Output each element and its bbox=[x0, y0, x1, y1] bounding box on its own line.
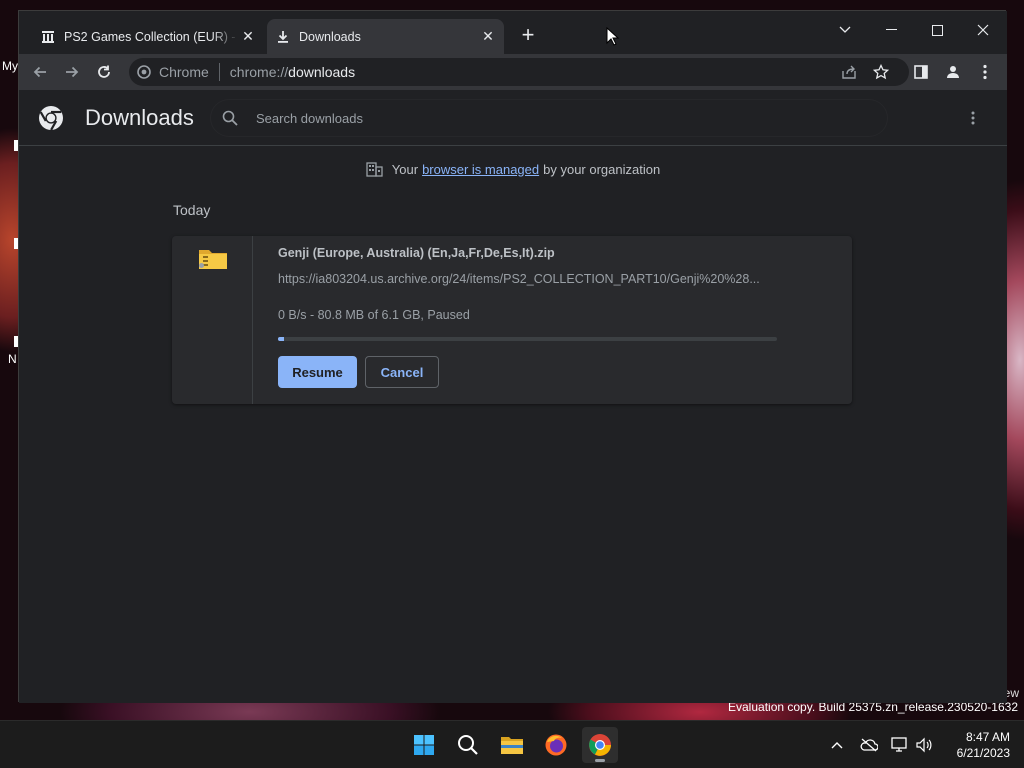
mouse-cursor-icon bbox=[606, 26, 620, 47]
browser-toolbar: Chrome chrome://downloads bbox=[19, 54, 1007, 90]
taskbar: 8:47 AM 6/21/2023 bbox=[0, 720, 1024, 768]
tab-downloads[interactable]: Downloads ✕ bbox=[267, 19, 504, 54]
search-icon bbox=[222, 108, 242, 128]
download-progress-fill bbox=[278, 337, 285, 341]
building-icon bbox=[366, 160, 384, 178]
page-title: Downloads bbox=[85, 105, 194, 130]
downloads-header: Downloads bbox=[19, 90, 1007, 146]
date-section-heading: Today bbox=[173, 202, 211, 218]
browser-menu-icon[interactable] bbox=[972, 59, 998, 85]
desktop-icon-label-my: My bbox=[2, 59, 18, 73]
cancel-button[interactable]: Cancel bbox=[365, 356, 439, 388]
download-status: 0 B/s - 80.8 MB of 6.1 GB, Paused bbox=[278, 308, 470, 322]
url-text: chrome://downloads bbox=[230, 64, 355, 80]
resume-button[interactable]: Resume bbox=[278, 356, 357, 388]
tab-title: Downloads bbox=[299, 29, 361, 44]
tab-search-chevron-icon[interactable] bbox=[822, 15, 868, 45]
firefox-icon[interactable] bbox=[538, 727, 574, 763]
bookmark-star-icon[interactable] bbox=[868, 59, 894, 85]
tab-ps2-collection[interactable]: PS2 Games Collection (EUR) - Pa ✕ bbox=[32, 19, 264, 54]
search-icon[interactable] bbox=[450, 727, 486, 763]
tab-title: PS2 Games Collection (EUR) - Pa bbox=[64, 29, 238, 44]
tab-strip: PS2 Games Collection (EUR) - Pa ✕ Downlo… bbox=[19, 11, 1007, 54]
minimize-icon[interactable] bbox=[868, 15, 914, 45]
clock-date: 6/21/2023 bbox=[956, 746, 1010, 760]
share-icon[interactable] bbox=[836, 59, 862, 85]
show-hidden-icons-chevron-icon[interactable] bbox=[827, 735, 847, 755]
archive-building-icon bbox=[40, 29, 56, 45]
managed-notice: Your browser is managed by your organiza… bbox=[19, 160, 1007, 178]
network-icon[interactable] bbox=[890, 735, 910, 755]
start-icon[interactable] bbox=[406, 727, 442, 763]
downloads-page: Downloads Your browser is managed by you… bbox=[19, 90, 1007, 703]
omnibox-divider bbox=[218, 63, 220, 81]
maximize-icon[interactable] bbox=[914, 15, 960, 45]
file-explorer-icon[interactable] bbox=[494, 727, 530, 763]
download-icon-column bbox=[172, 236, 253, 404]
back-arrow-icon[interactable] bbox=[27, 59, 53, 85]
url-host: downloads bbox=[288, 64, 356, 80]
chrome-logo-icon bbox=[38, 105, 64, 131]
desktop-icon-label-n: N bbox=[8, 352, 17, 366]
download-item: Genji (Europe, Australia) (En,Ja,Fr,De,E… bbox=[172, 236, 852, 404]
zip-folder-icon bbox=[198, 246, 228, 270]
chrome-icon[interactable] bbox=[582, 727, 618, 763]
browser-managed-link[interactable]: browser is managed bbox=[422, 162, 539, 177]
onedrive-cloud-icon[interactable] bbox=[859, 735, 879, 755]
forward-arrow-icon[interactable] bbox=[59, 59, 85, 85]
url-scheme: chrome:// bbox=[229, 64, 289, 80]
clock-time: 8:47 AM bbox=[965, 730, 1010, 744]
search-input[interactable] bbox=[256, 110, 816, 126]
reload-icon[interactable] bbox=[91, 59, 117, 85]
download-progress-bar bbox=[278, 337, 777, 341]
download-icon bbox=[275, 29, 291, 45]
managed-suffix: by your organization bbox=[543, 161, 661, 177]
chip-label: Chrome bbox=[159, 64, 209, 80]
chrome-chip[interactable]: Chrome bbox=[129, 64, 209, 80]
system-clock[interactable]: 8:47 AM 6/21/2023 bbox=[940, 729, 1010, 761]
volume-icon[interactable] bbox=[914, 735, 934, 755]
address-bar[interactable]: Chrome chrome://downloads bbox=[129, 58, 909, 86]
chrome-icon bbox=[137, 64, 153, 80]
close-tab-icon[interactable]: ✕ bbox=[478, 27, 498, 47]
new-tab-button[interactable]: + bbox=[517, 24, 539, 47]
side-panel-icon[interactable] bbox=[908, 59, 934, 85]
download-file-name[interactable]: Genji (Europe, Australia) (En,Ja,Fr,De,E… bbox=[278, 246, 555, 260]
close-window-icon[interactable] bbox=[960, 15, 1006, 45]
profile-avatar-icon[interactable] bbox=[940, 59, 966, 85]
browser-window: PS2 Games Collection (EUR) - Pa ✕ Downlo… bbox=[18, 10, 1007, 703]
close-tab-icon[interactable]: ✕ bbox=[238, 27, 258, 47]
search-downloads-box[interactable] bbox=[210, 99, 888, 137]
download-source-url[interactable]: https://ia803204.us.archive.org/24/items… bbox=[278, 272, 778, 286]
managed-prefix: Your bbox=[391, 161, 419, 177]
more-actions-icon[interactable] bbox=[963, 108, 983, 128]
